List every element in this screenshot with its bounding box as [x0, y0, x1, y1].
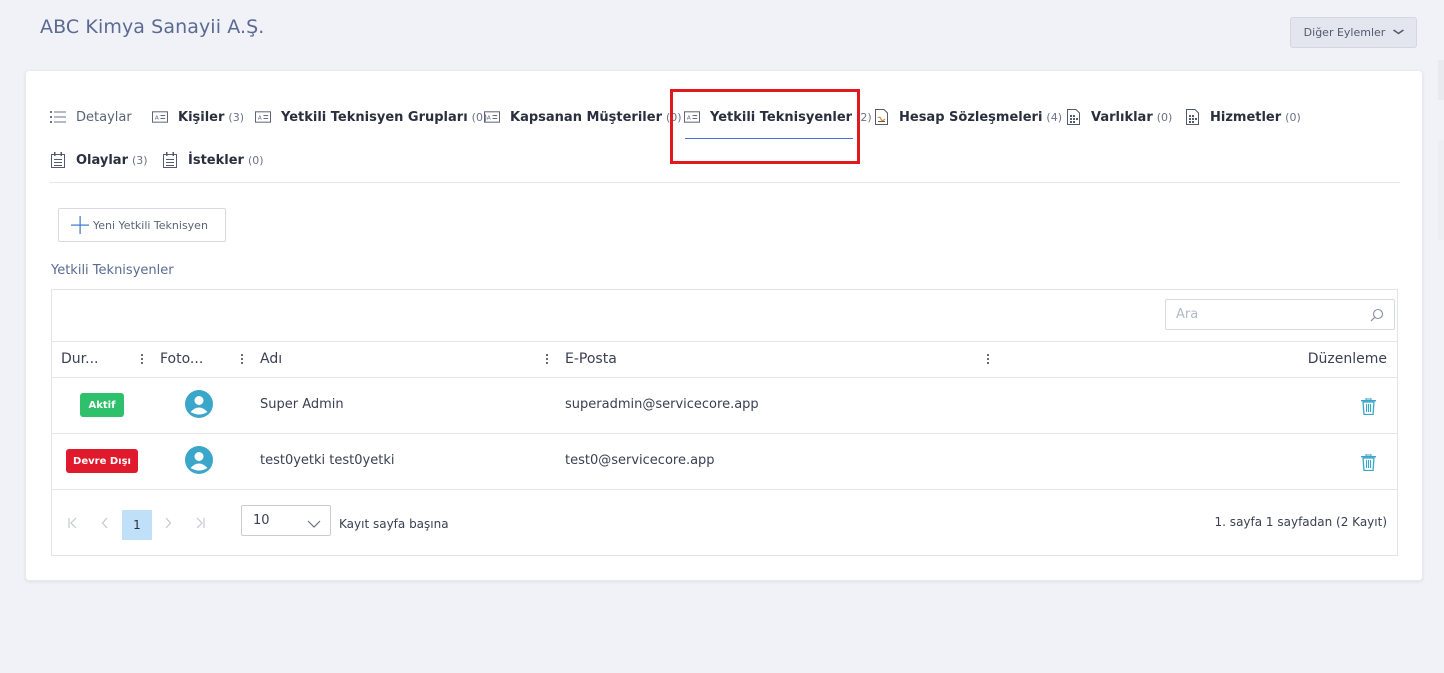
pager: 1 10 Kayıt sayfa başına 1. sayfa 1 sayfa…	[52, 490, 1397, 556]
cell-email: test0@servicecore.app	[565, 453, 715, 468]
contact-card-icon: A	[484, 109, 500, 125]
tab-detaylar[interactable]: Detaylar	[50, 107, 132, 127]
cell-name: Super Admin	[260, 397, 344, 412]
asset-doc-icon	[1065, 109, 1081, 125]
column-menu-icon[interactable]	[241, 354, 244, 366]
tab-kisiler[interactable]: A Kişiler (3)	[152, 107, 244, 127]
page-summary: 1. sayfa 1 sayfadan (2 Kayıt)	[1214, 515, 1387, 529]
svg-text:A: A	[487, 115, 491, 121]
tab-hesap-sozlesmeleri[interactable]: Hesap Sözleşmeleri (4)	[873, 107, 1062, 127]
first-page-icon[interactable]	[68, 517, 78, 533]
cell-email: superadmin@servicecore.app	[565, 397, 759, 412]
tab-label: İstekler	[188, 152, 244, 168]
tab-count: (0)	[1285, 110, 1301, 124]
column-header-edit: Düzenleme	[1307, 351, 1387, 367]
section-title: Yetkili Teknisyenler	[51, 263, 174, 278]
tab-count: (0)	[247, 153, 264, 167]
chevron-down-icon	[307, 517, 321, 528]
svg-text:A: A	[258, 115, 262, 121]
tab-label: Hesap Sözleşmeleri	[899, 109, 1043, 125]
highlight-box	[670, 89, 860, 164]
trash-icon[interactable]	[1361, 397, 1376, 416]
tab-label: Kapsanan Müşteriler	[510, 109, 662, 125]
tab-count: (0)	[1156, 110, 1173, 124]
svg-text:A: A	[155, 115, 159, 121]
page-title: ABC Kimya Sanayii A.Ş.	[40, 16, 265, 38]
tab-hizmetler[interactable]: Hizmetler (0)	[1184, 107, 1301, 127]
column-menu-icon[interactable]	[987, 354, 990, 366]
tab-label: Detaylar	[76, 109, 132, 125]
table-row[interactable]: Devre Dışı test0yetki test0yetki test0@s…	[52, 434, 1397, 490]
avatar-icon	[185, 446, 213, 474]
grid-header: Dur... Foto... Adı E-Posta Düzenleme	[52, 341, 1397, 378]
per-page-label: Kayıt sayfa başına	[339, 517, 449, 531]
contact-card-icon: A	[255, 109, 271, 125]
tab-count: (3)	[132, 153, 148, 167]
search-icon[interactable]	[1370, 308, 1384, 322]
trash-icon[interactable]	[1361, 453, 1376, 472]
column-menu-icon[interactable]	[546, 354, 549, 366]
tab-count: (3)	[228, 110, 245, 124]
tab-label: Yetkili Teknisyen Grupları	[281, 109, 468, 125]
new-technician-button[interactable]: Yeni Yetkili Teknisyen	[58, 208, 226, 242]
column-header-status[interactable]: Dur...	[61, 351, 98, 367]
next-page-icon[interactable]	[164, 517, 172, 533]
calendar-icon	[162, 152, 178, 168]
page-size-select[interactable]: 10	[241, 505, 331, 536]
column-header-email[interactable]: E-Posta	[565, 351, 617, 367]
page-number-current[interactable]: 1	[122, 510, 152, 540]
chevron-down-icon	[1393, 28, 1406, 38]
service-doc-icon	[1184, 109, 1200, 125]
technicians-grid: Ara Dur... Foto... Adı E-Posta Düzenleme…	[51, 289, 1398, 556]
tab-istekler[interactable]: İstekler (0)	[162, 150, 264, 170]
tab-varliklar[interactable]: Varlıklar (0)	[1065, 107, 1172, 127]
table-row[interactable]: Aktif Super Admin superadmin@servicecore…	[52, 378, 1397, 434]
tab-olaylar[interactable]: Olaylar (3)	[50, 150, 148, 170]
status-badge: Aktif	[80, 393, 124, 417]
search-placeholder: Ara	[1176, 307, 1199, 322]
cell-name: test0yetki test0yetki	[260, 453, 395, 468]
tab-label: Kişiler	[178, 109, 225, 125]
tabs-divider	[50, 182, 1400, 183]
contact-card-icon: A	[152, 109, 168, 125]
contract-doc-icon	[873, 109, 889, 125]
last-page-icon[interactable]	[195, 517, 205, 533]
column-header-name[interactable]: Adı	[260, 351, 282, 367]
calendar-icon	[50, 152, 66, 168]
tab-count: (4)	[1046, 110, 1063, 124]
detail-card: Detaylar A Kişiler (3) A Yetkili Teknisy…	[25, 70, 1423, 581]
plus-icon	[71, 216, 89, 234]
tab-label: Hizmetler	[1210, 109, 1282, 125]
status-badge: Devre Dışı	[66, 449, 138, 473]
more-actions-button[interactable]: Diğer Eylemler	[1290, 17, 1417, 48]
more-actions-label: Diğer Eylemler	[1303, 26, 1386, 39]
avatar-icon	[185, 390, 213, 418]
prev-page-icon[interactable]	[101, 517, 109, 533]
tab-label: Varlıklar	[1091, 109, 1153, 125]
column-header-photo[interactable]: Foto...	[160, 351, 203, 367]
tab-yetkili-teknisyen-gruplari[interactable]: A Yetkili Teknisyen Grupları (0)	[255, 107, 487, 127]
new-technician-label: Yeni Yetkili Teknisyen	[93, 218, 208, 232]
page-size-value: 10	[253, 513, 270, 528]
list-icon	[50, 109, 66, 125]
tab-kapsanan-musteriler[interactable]: A Kapsanan Müşteriler (0)	[484, 107, 682, 127]
side-panel-edge	[1438, 140, 1444, 240]
column-menu-icon[interactable]	[141, 354, 144, 366]
scroll-edge	[1438, 60, 1444, 100]
search-input[interactable]: Ara	[1165, 299, 1395, 330]
tab-label: Olaylar	[76, 152, 128, 168]
